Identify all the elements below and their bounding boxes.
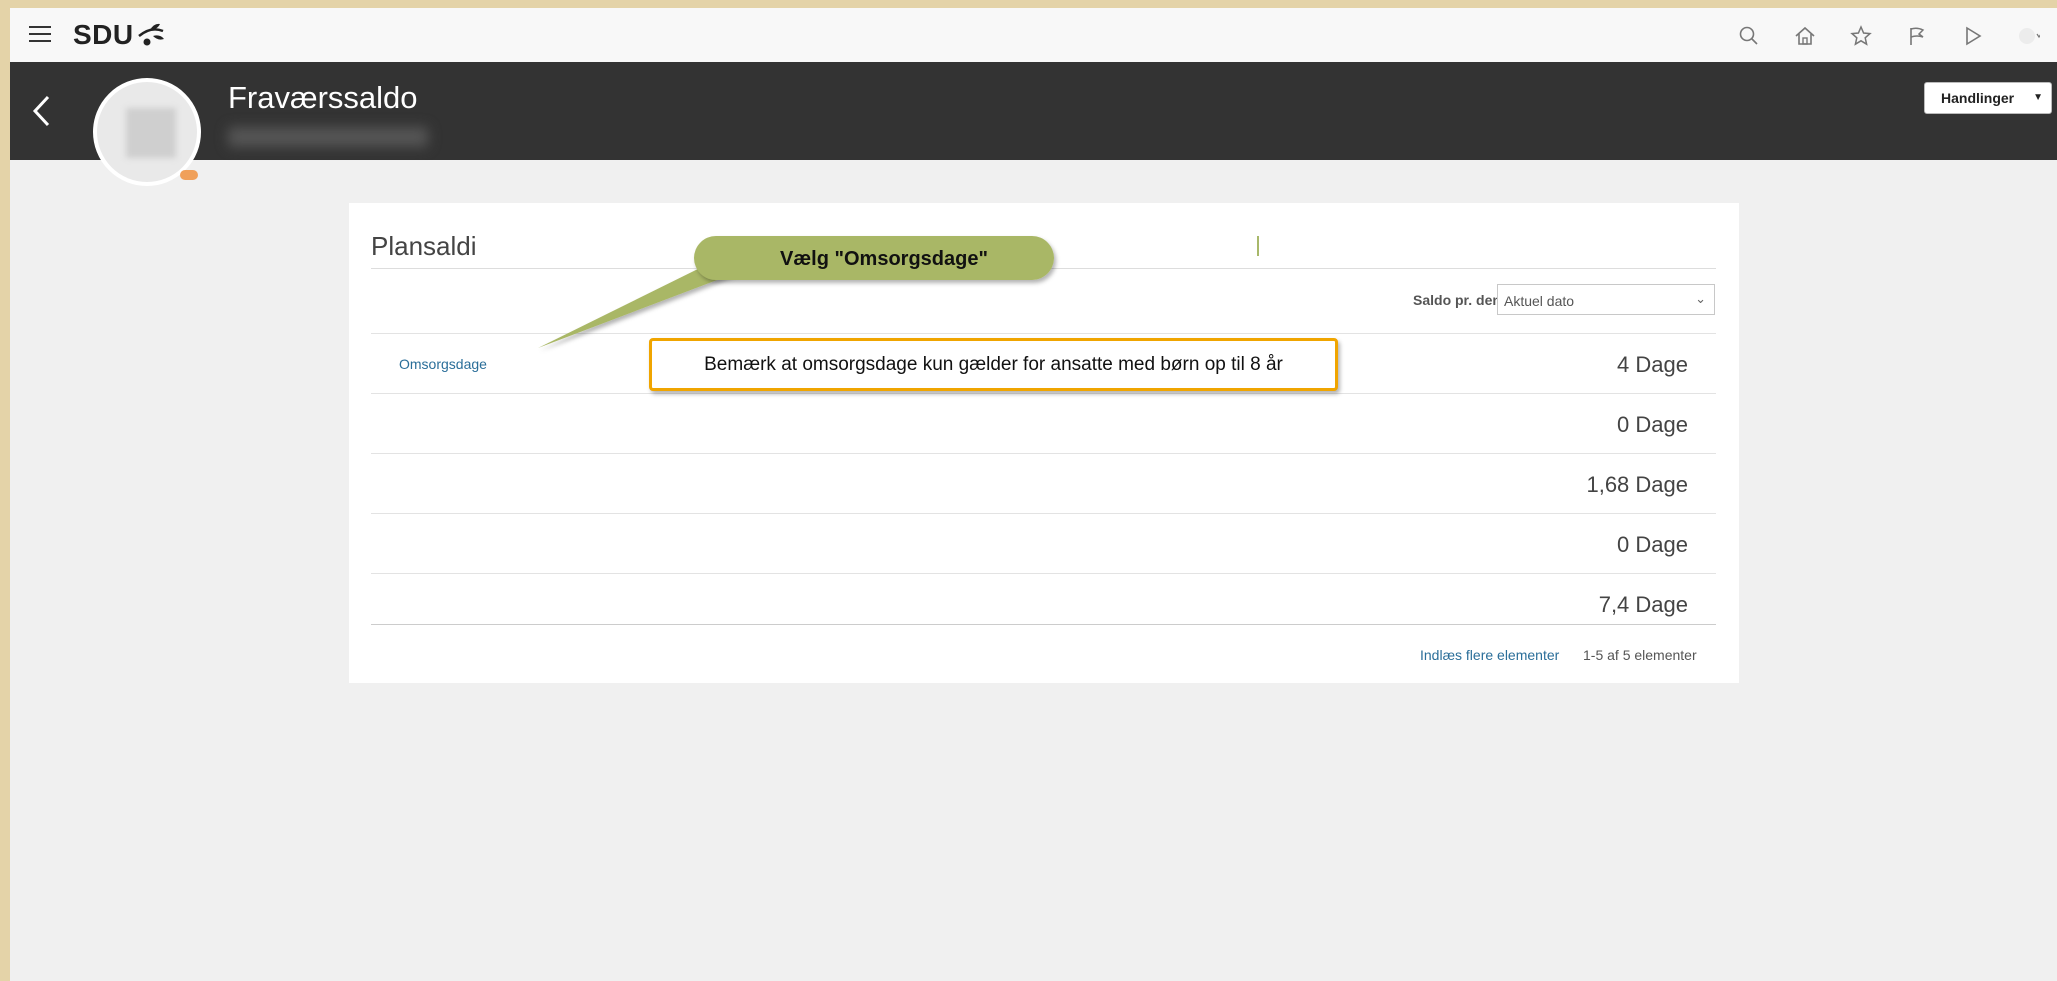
avatar-status-badge: [180, 170, 198, 180]
home-icon[interactable]: [1777, 22, 1833, 50]
flag-icon[interactable]: [1889, 22, 1945, 50]
date-select-value: Aktuel dato: [1504, 293, 1575, 309]
date-label: Saldo pr. den: [1413, 292, 1501, 308]
row-value: 1,68 Dage: [1586, 472, 1688, 497]
search-icon[interactable]: [1721, 22, 1777, 50]
avatar-icon[interactable]: [2001, 22, 2057, 50]
green-callout-text: Vælg "Omsorgsdage": [780, 248, 988, 270]
orange-callout-text: Bemærk at omsorgsdage kun gælder for ans…: [704, 353, 1283, 375]
table-row: 1,68 Dage: [371, 453, 1716, 513]
menu-icon[interactable]: [29, 26, 51, 44]
orange-callout: Bemærk at omsorgsdage kun gælder for ans…: [649, 338, 1338, 391]
page-title: Fraværssaldo: [228, 80, 418, 115]
date-select[interactable]: Aktuel dato ⌄: [1497, 284, 1715, 315]
page-header: Fraværssaldo Handlinger ▼: [10, 62, 2057, 160]
top-bar: SDU: [10, 8, 2057, 63]
row-value: 4 Dage: [1617, 352, 1688, 377]
logo-text: SDU: [73, 19, 134, 50]
logo-leaf-icon: [137, 23, 164, 46]
app-frame: SDU Fraværssaldo Handlinger ▼ Plansaldi …: [10, 8, 2057, 981]
divider: [371, 624, 1716, 625]
back-icon[interactable]: [32, 94, 52, 133]
items-count: 1-5 af 5 elementer: [1583, 647, 1697, 663]
plan-balances-card: Plansaldi Saldo pr. den Aktuel dato ⌄ Om…: [349, 203, 1739, 683]
row-value: 0 Dage: [1617, 532, 1688, 557]
avatar-image: [126, 108, 176, 158]
load-more-link[interactable]: Indlæs flere elementer: [1420, 647, 1559, 663]
table-row: 0 Dage: [371, 513, 1716, 573]
actions-button[interactable]: Handlinger ▼: [1924, 82, 2052, 114]
person-name-redacted: [228, 127, 428, 147]
table-row: 0 Dage: [371, 393, 1716, 453]
caret-down-icon: ▼: [2033, 92, 2043, 103]
card-title: Plansaldi: [371, 231, 477, 261]
row-value: 7,4 Dage: [1598, 592, 1688, 617]
sdu-logo[interactable]: SDU: [73, 19, 166, 51]
decorative-mark: [1257, 236, 1259, 256]
star-icon[interactable]: [1833, 22, 1889, 50]
top-icons: [1721, 22, 2057, 50]
play-icon[interactable]: [1945, 22, 2001, 50]
row-value: 0 Dage: [1617, 412, 1688, 437]
actions-button-label: Handlinger: [1941, 90, 2015, 106]
chevron-down-icon: ⌄: [1695, 291, 1706, 306]
row-label-link[interactable]: Omsorgsdage: [399, 356, 487, 372]
